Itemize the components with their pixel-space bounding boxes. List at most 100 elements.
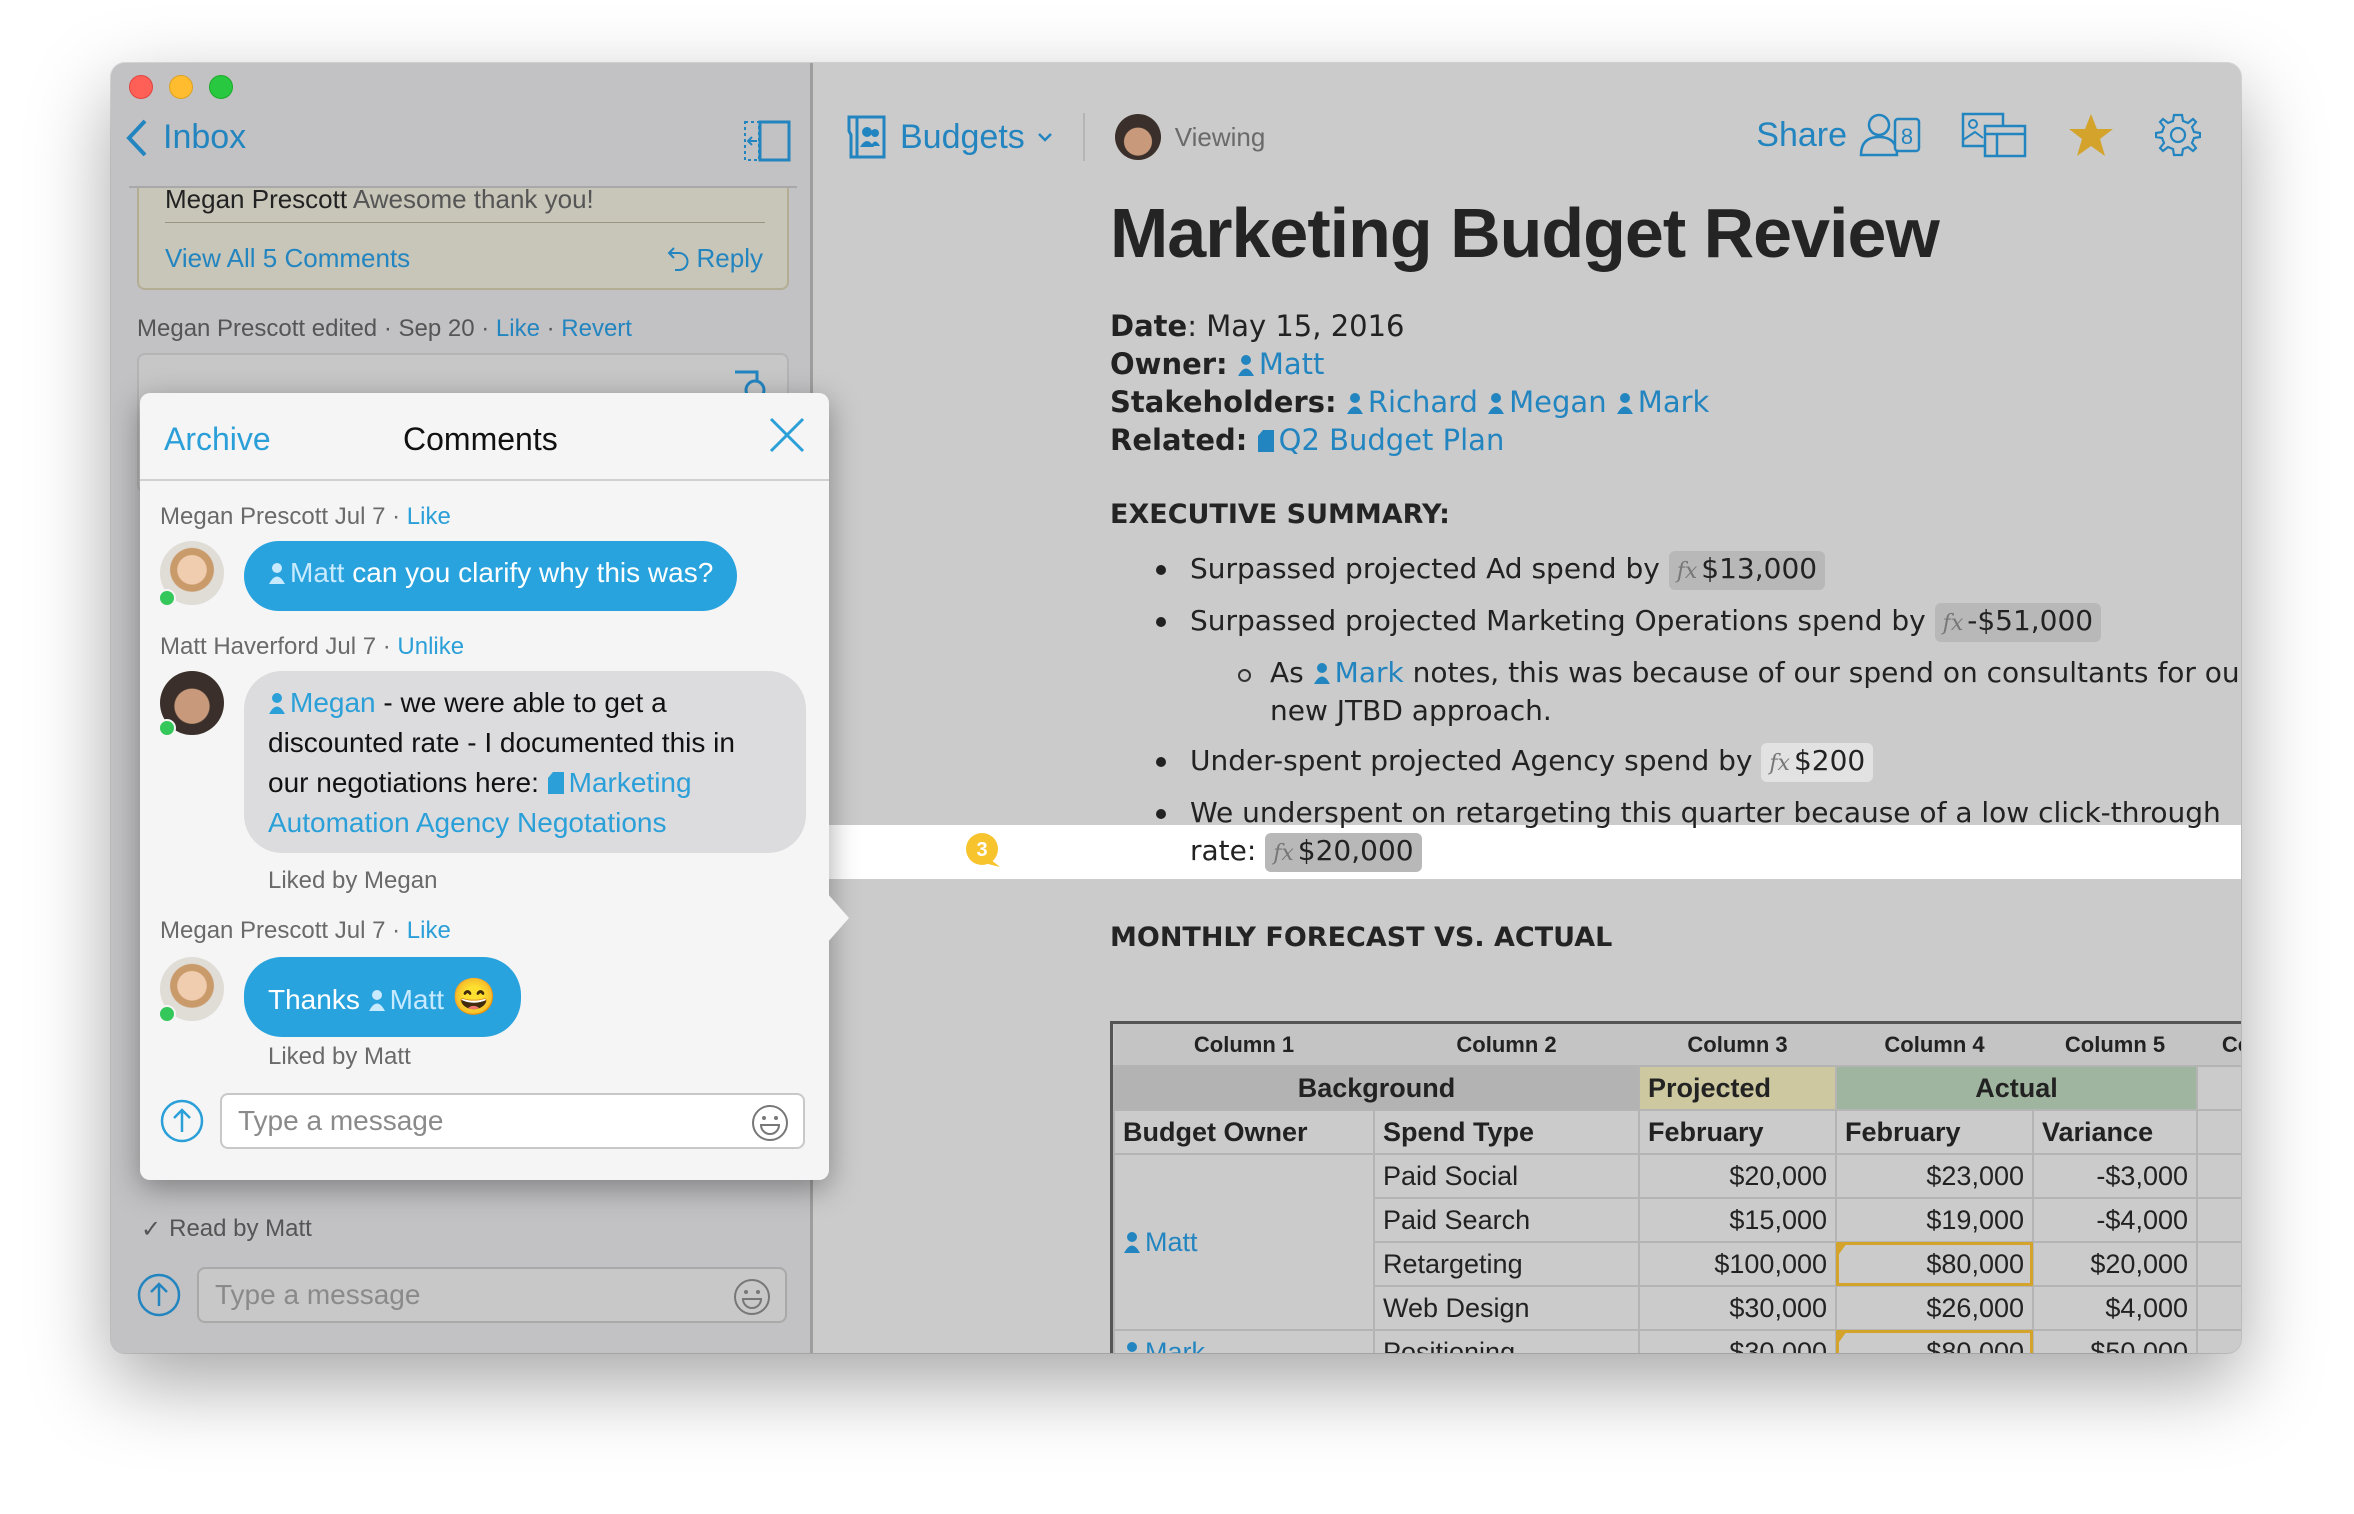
stakeholder-mention[interactable]: Richard	[1346, 385, 1478, 419]
variance-cell[interactable]: $20,000	[2032, 1241, 2198, 1287]
viewer-avatar[interactable]	[1114, 114, 1161, 160]
message-meta: Matt Haverford Jul 7 · Unlike	[160, 633, 464, 661]
like-link[interactable]: Like	[496, 315, 540, 342]
zoom-window-button[interactable]	[209, 75, 233, 99]
mention[interactable]: Matt	[268, 557, 344, 588]
owner-mention[interactable]: Matt	[1237, 347, 1324, 381]
message-date: Jul 7 ·	[334, 503, 401, 530]
reply-button[interactable]: Reply	[667, 243, 763, 274]
chevron-down-icon	[1037, 133, 1052, 142]
stakeholder-mention[interactable]: Megan	[1487, 385, 1607, 419]
group-actual[interactable]: Actual	[1835, 1065, 2198, 1111]
subheader-cell[interactable]: Variance	[2032, 1109, 2198, 1155]
owner-cell[interactable]: Mark	[1113, 1329, 1375, 1353]
emoji-icon[interactable]	[733, 1278, 771, 1316]
minimize-window-button[interactable]	[169, 75, 193, 99]
message-bubble[interactable]: Megan - we were able to get a discounted…	[244, 671, 806, 853]
actual-cell[interactable]: $19,000	[1835, 1197, 2034, 1243]
comment-count-badge[interactable]: 3	[964, 831, 1004, 871]
unlike-button[interactable]: Unlike	[397, 633, 464, 660]
media-layout-icon[interactable]	[1961, 112, 2027, 158]
spend-type-cell[interactable]: Paid Social	[1373, 1153, 1640, 1199]
mark-mention[interactable]: Mark	[1313, 656, 1404, 689]
empty-cell[interactable]	[2196, 1065, 2241, 1111]
person-icon	[1616, 393, 1633, 414]
column-header[interactable]: Column 4	[1836, 1024, 2033, 1066]
spend-type-cell[interactable]: Web Design	[1373, 1285, 1640, 1331]
stakeholder-mention[interactable]: Mark	[1616, 385, 1709, 419]
actual-cell[interactable]: $26,000	[1835, 1285, 2034, 1331]
empty-cell[interactable]	[2196, 1329, 2241, 1353]
projected-cell[interactable]: $20,000	[1638, 1153, 1837, 1199]
column-header[interactable]: Column 1	[1114, 1024, 1374, 1066]
subheader-cell[interactable]: February	[1638, 1109, 1837, 1155]
owner-cell[interactable]: Matt	[1113, 1153, 1375, 1331]
gear-icon[interactable]	[2155, 112, 2201, 158]
spend-type-cell[interactable]: Positioning	[1373, 1329, 1640, 1353]
message-bubble[interactable]: Thanks Matt 😄	[244, 957, 521, 1037]
column-header[interactable]: Column 3	[1639, 1024, 1836, 1066]
column-header[interactable]: Column 6	[2197, 1024, 2241, 1066]
flagged-actual-cell[interactable]: $80,000	[1835, 1329, 2034, 1353]
projected-cell[interactable]: $15,000	[1638, 1197, 1837, 1243]
person-icon	[1237, 355, 1254, 376]
date-label: Date	[1110, 309, 1188, 343]
formula-chip[interactable]: fx $13,000	[1668, 551, 1826, 590]
projected-cell[interactable]: $30,000	[1638, 1285, 1837, 1331]
empty-cell[interactable]	[2196, 1241, 2241, 1287]
empty-cell[interactable]	[2196, 1153, 2241, 1199]
back-to-inbox-button[interactable]: Inbox	[125, 118, 246, 157]
share-button[interactable]: Share 8	[1756, 111, 1921, 159]
group-background[interactable]: Background	[1113, 1065, 1640, 1111]
list-item-commented[interactable]: Under-spent projected Agency spend by fx…	[1110, 742, 2241, 782]
related-doc-link[interactable]: Q2 Budget Plan	[1257, 423, 1504, 457]
header-divider	[129, 186, 797, 188]
comments-popover: Archive Comments Megan Prescott Jul 7 · …	[140, 393, 849, 1180]
spend-type-cell[interactable]: Paid Search	[1373, 1197, 1640, 1243]
projected-cell[interactable]: $30,000	[1638, 1329, 1837, 1353]
close-window-button[interactable]	[129, 75, 153, 99]
empty-cell[interactable]	[2196, 1109, 2241, 1155]
empty-cell[interactable]	[2196, 1285, 2241, 1331]
message-input[interactable]	[215, 1279, 785, 1311]
collapse-sidebar-icon[interactable]	[743, 120, 791, 162]
empty-cell[interactable]	[2196, 1197, 2241, 1243]
archive-button[interactable]: Archive	[164, 421, 271, 458]
send-arrow-icon[interactable]	[137, 1273, 181, 1317]
formula-chip[interactable]: fx $20,000	[1265, 833, 1422, 872]
divider	[165, 222, 765, 223]
close-icon[interactable]	[767, 415, 807, 455]
variance-cell[interactable]: -$4,000	[2032, 1197, 2198, 1243]
mention[interactable]: Matt	[368, 984, 444, 1015]
projected-cell[interactable]: $100,000	[1638, 1241, 1837, 1287]
star-icon[interactable]	[2067, 112, 2115, 158]
formula-chip[interactable]: fx -$51,000	[1934, 603, 2102, 642]
variance-cell[interactable]: $50,000	[2032, 1329, 2198, 1353]
subheader-cell[interactable]: Budget Owner	[1113, 1109, 1375, 1155]
folder-dropdown[interactable]: Budgets	[846, 115, 1053, 159]
message-bubble[interactable]: Matt can you clarify why this was?	[244, 541, 738, 611]
subheader-cell[interactable]: Spend Type	[1373, 1109, 1640, 1155]
spend-type-cell[interactable]: Retargeting	[1373, 1241, 1640, 1287]
revert-link[interactable]: Revert	[561, 315, 632, 342]
like-button[interactable]: Like	[407, 503, 451, 530]
variance-cell[interactable]: -$3,000	[2032, 1153, 2198, 1199]
reply-label: Reply	[696, 243, 763, 273]
popover-message-input[interactable]	[238, 1105, 803, 1137]
view-all-comments-link[interactable]: View All 5 Comments	[165, 243, 410, 274]
group-projected[interactable]: Projected	[1638, 1065, 1837, 1111]
flagged-actual-cell[interactable]: $80,000	[1835, 1241, 2034, 1287]
formula-value: $13,000	[1701, 552, 1818, 585]
like-button[interactable]: Like	[407, 917, 451, 944]
share-count: 8	[1901, 124, 1913, 149]
mention[interactable]: Megan	[268, 687, 376, 718]
send-arrow-icon[interactable]	[160, 1099, 204, 1143]
actual-cell[interactable]: $23,000	[1835, 1153, 2034, 1199]
variance-cell[interactable]: $4,000	[2032, 1285, 2198, 1331]
group-header-row: Background Projected Actual	[1113, 1065, 2241, 1111]
emoji-icon[interactable]	[751, 1104, 789, 1142]
subheader-cell[interactable]: February	[1835, 1109, 2034, 1155]
column-header[interactable]: Column 2	[1374, 1024, 1639, 1066]
formula-chip[interactable]: fx $200	[1761, 743, 1874, 782]
column-header[interactable]: Column 5	[2033, 1024, 2197, 1066]
